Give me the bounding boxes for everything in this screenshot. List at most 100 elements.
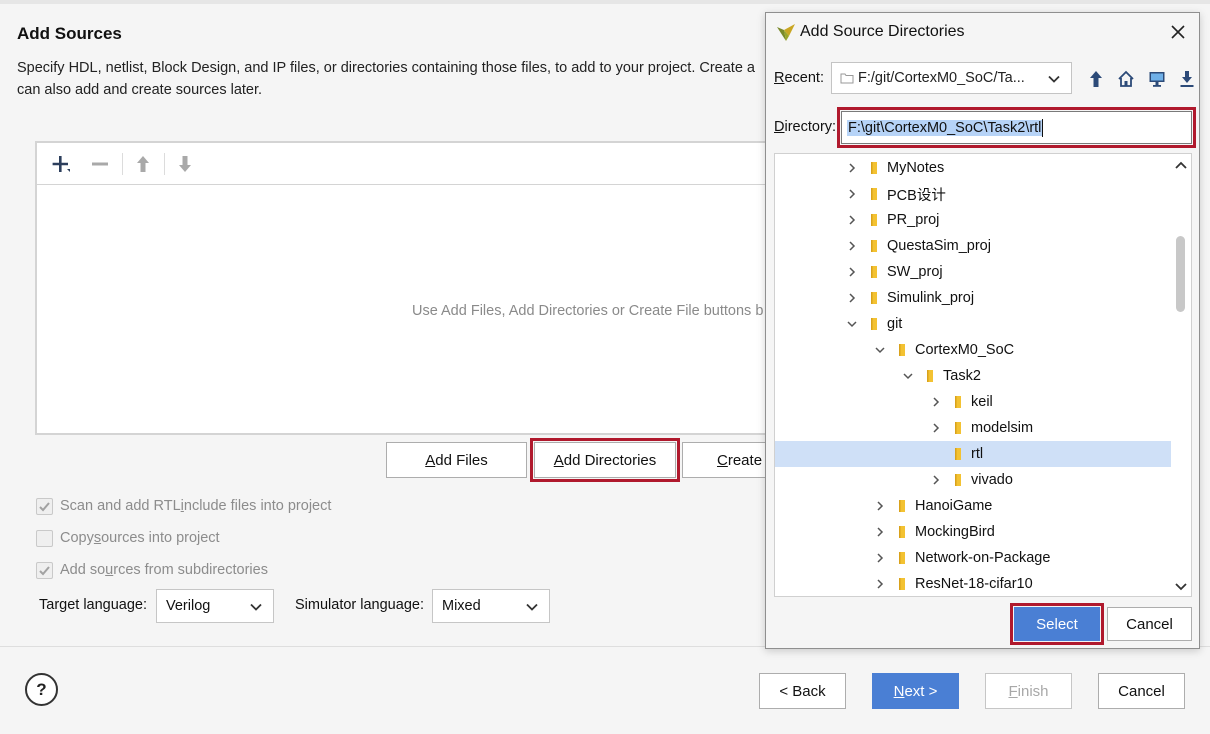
scroll-up-icon[interactable] — [1174, 158, 1188, 174]
tree-item-pr-proj[interactable]: PR_proj — [775, 207, 1171, 233]
chevron-right-icon[interactable] — [929, 395, 943, 409]
tree-item-modelsim[interactable]: modelsim — [775, 415, 1171, 441]
target-language-label: Target language: — [39, 597, 148, 613]
tree-item-label: keil — [971, 394, 993, 410]
close-icon[interactable] — [1169, 23, 1187, 41]
remove-icon[interactable] — [87, 151, 113, 177]
tree-item-questasim-proj[interactable]: QuestaSim_proj — [775, 233, 1171, 259]
source-files-panel: Use Add Files, Add Directories or Create… — [35, 141, 795, 435]
add-directories-button[interactable]: Add Directories — [530, 438, 680, 482]
dialog-cancel-button[interactable]: Cancel — [1107, 607, 1192, 641]
target-language-select[interactable]: Verilog — [156, 589, 274, 623]
up-folder-icon[interactable] — [1086, 69, 1106, 89]
tree-item-label: rtl — [971, 446, 984, 462]
scroll-down-icon[interactable] — [1174, 580, 1188, 596]
vivado-logo-icon — [776, 23, 796, 46]
desktop-icon[interactable] — [1147, 69, 1167, 89]
folder-icon — [867, 161, 881, 175]
files-empty-hint: Use Add Files, Add Directories or Create… — [412, 303, 764, 319]
finish-button[interactable]: Finish — [985, 673, 1072, 709]
chevron-down-icon[interactable] — [873, 343, 887, 357]
copy-sources-checkbox[interactable]: Copy s ources into project — [36, 528, 220, 548]
folder-icon — [867, 317, 881, 331]
select-button[interactable]: Select — [1010, 603, 1104, 645]
tree-item-label: ResNet-18-cifar10 — [915, 576, 1033, 592]
directory-field[interactable]: F:\git\CortexM0_SoC\Task2\rtl — [837, 107, 1196, 148]
back-button[interactable]: < Back — [759, 673, 846, 709]
tree-scrollbar[interactable] — [1171, 154, 1191, 596]
move-up-icon[interactable] — [130, 151, 156, 177]
chevron-down-icon[interactable] — [901, 369, 915, 383]
tree-item-pcb[interactable]: PCB设计 — [775, 181, 1171, 207]
tree-item-rtl[interactable]: rtl — [775, 441, 1171, 467]
tree-item-label: vivado — [971, 472, 1013, 488]
text-caret — [1042, 118, 1044, 137]
chevron-right-icon[interactable] — [845, 187, 859, 201]
chevron-down-icon — [525, 600, 539, 618]
folder-icon — [923, 369, 937, 383]
folder-icon — [895, 525, 909, 539]
tree-item-label: HanoiGame — [915, 498, 993, 514]
tree-item-label: git — [887, 316, 903, 332]
tree-item-vivado[interactable]: vivado — [775, 467, 1171, 493]
tree-item-label: PR_proj — [887, 212, 940, 228]
toolbar-divider — [164, 153, 165, 175]
tree-item-label: MyNotes — [887, 160, 945, 176]
add-icon[interactable] — [47, 151, 73, 177]
tree-item-label: PCB设计 — [887, 187, 946, 204]
tree-item-mynotes[interactable]: MyNotes — [775, 155, 1171, 181]
move-down-icon[interactable] — [172, 151, 198, 177]
tree-item-resnet-18-cifar10[interactable]: ResNet-18-cifar10 — [775, 571, 1171, 596]
tree-item-task2[interactable]: Task2 — [775, 363, 1171, 389]
tree-item-cortexm0-soc[interactable]: CortexM0_SoC — [775, 337, 1171, 363]
help-button[interactable]: ? — [25, 673, 58, 706]
chevron-right-icon[interactable] — [873, 525, 887, 539]
dialog-title: Add Source Directories — [800, 23, 965, 40]
tree-item-git[interactable]: git — [775, 311, 1171, 337]
chevron-right-icon[interactable] — [845, 213, 859, 227]
chevron-right-icon[interactable] — [845, 291, 859, 305]
chevron-right-icon[interactable] — [873, 577, 887, 591]
chevron-right-icon[interactable] — [873, 551, 887, 565]
simulator-language-select[interactable]: Mixed — [432, 589, 550, 623]
description-line-1: Specify HDL, netlist, Block Design, and … — [17, 60, 755, 76]
recent-label: Recent: — [774, 70, 824, 86]
chevron-down-icon — [249, 600, 263, 618]
folder-icon — [840, 72, 854, 84]
scroll-thumb[interactable] — [1176, 236, 1185, 312]
add-subdirectories-checkbox[interactable]: Add so u rces from subdirectories — [36, 560, 268, 580]
folder-icon — [951, 395, 965, 409]
tree-item-label: MockingBird — [915, 524, 995, 540]
chevron-right-icon[interactable] — [873, 499, 887, 513]
next-button[interactable]: Next > — [872, 673, 959, 709]
files-toolbar — [37, 143, 793, 185]
tree-item-hanoigame[interactable]: HanoiGame — [775, 493, 1171, 519]
tree-item-label: QuestaSim_proj — [887, 238, 991, 254]
tree-item-mockingbird[interactable]: MockingBird — [775, 519, 1171, 545]
folder-icon — [895, 499, 909, 513]
home-icon[interactable] — [1116, 69, 1136, 89]
checkbox-checked-icon — [36, 561, 53, 579]
folder-icon — [867, 239, 881, 253]
page-description: Specify HDL, netlist, Block Design, and … — [17, 57, 777, 101]
chevron-right-icon[interactable] — [845, 239, 859, 253]
directory-label: Directory: — [774, 119, 837, 135]
chevron-down-icon — [1047, 72, 1061, 90]
tree-item-keil[interactable]: keil — [775, 389, 1171, 415]
tree-item-simulink-proj[interactable]: Simulink_proj — [775, 285, 1171, 311]
chevron-right-icon[interactable] — [845, 265, 859, 279]
folder-icon — [895, 577, 909, 591]
chevron-right-icon[interactable] — [929, 421, 943, 435]
scan-rtl-include-checkbox[interactable]: Scan and add RTL i nclude files into proj… — [36, 496, 331, 516]
description-line-2: can also add and create sources later. — [17, 82, 263, 98]
folder-icon — [867, 187, 881, 201]
download-icon[interactable] — [1177, 69, 1197, 89]
tree-item-sw-proj[interactable]: SW_proj — [775, 259, 1171, 285]
chevron-right-icon[interactable] — [845, 161, 859, 175]
add-files-button[interactable]: Add Files — [386, 442, 527, 478]
recent-directories-select[interactable]: F:/git/CortexM0_SoC/Ta... — [831, 62, 1072, 94]
chevron-down-icon[interactable] — [845, 317, 859, 331]
tree-item-network-on-package[interactable]: Network-on-Package — [775, 545, 1171, 571]
cancel-button[interactable]: Cancel — [1098, 673, 1185, 709]
chevron-right-icon[interactable] — [929, 473, 943, 487]
